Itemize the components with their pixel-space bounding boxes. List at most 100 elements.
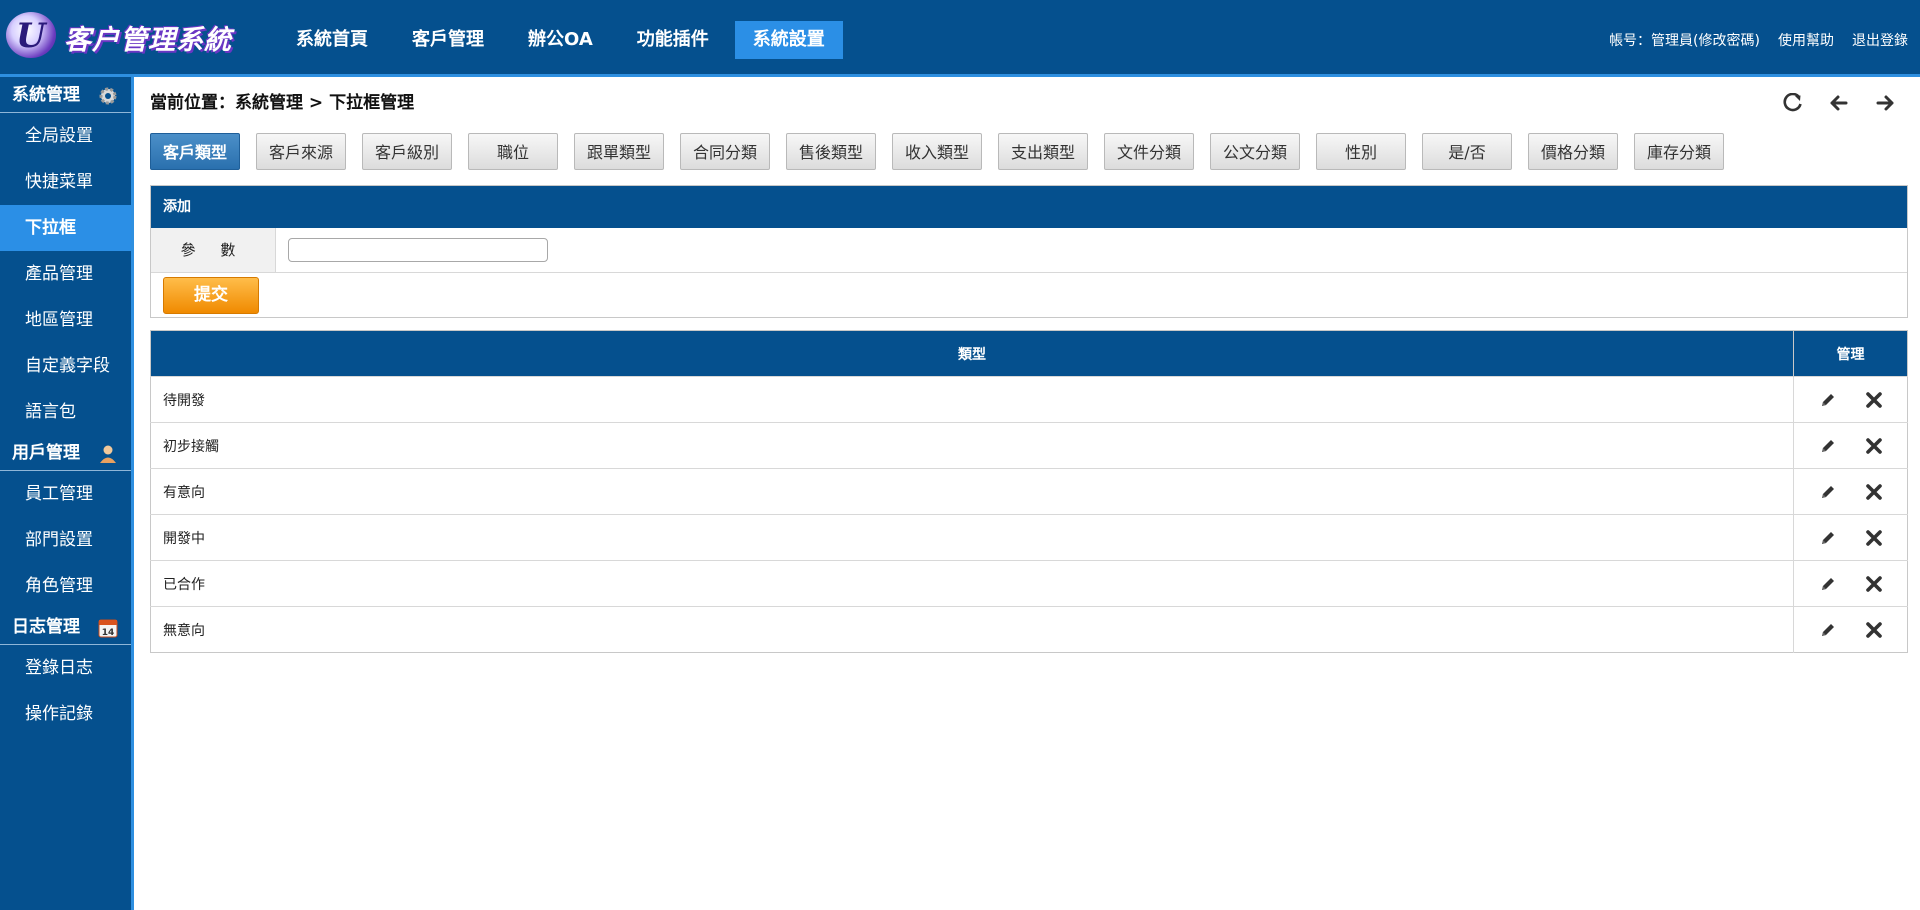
gear-icon — [97, 84, 119, 106]
param-field-wrap — [276, 228, 548, 272]
sidebar: 系統管理全局設置 快捷菜單 下拉框 產品管理 地區管理 自定義字段 語言包用戶管理員工管理部… — [0, 77, 134, 910]
sidebar-section-title: 日志管理 — [12, 617, 80, 637]
add-panel-title: 添加 — [151, 186, 1907, 228]
row-manage-cell — [1793, 606, 1908, 653]
row-manage-cell — [1793, 514, 1908, 561]
sidebar-section-title: 系統管理 — [12, 85, 80, 105]
row-manage-cell — [1793, 422, 1908, 469]
sidebar-item-2-1[interactable]: 操作記錄 — [0, 691, 131, 737]
nav-item-3[interactable]: 功能插件 — [619, 21, 727, 59]
delete-icon[interactable] — [1859, 431, 1889, 461]
breadcrumb-bar: 當前位置：系統管理 > 下拉框管理 — [150, 77, 1908, 129]
sidebar-section-title: 用戶管理 — [12, 443, 80, 463]
tab-8[interactable]: 支出類型 — [998, 133, 1088, 170]
tab-4[interactable]: 跟單類型 — [574, 133, 664, 170]
toolbar — [1770, 77, 1908, 129]
tab-2[interactable]: 客戶級別 — [362, 133, 452, 170]
tab-12[interactable]: 是/否 — [1422, 133, 1512, 170]
calendar-icon: 14 — [97, 616, 119, 638]
type-table: 類型 管理 待開發 初步接觸 有意向 開發中 已合作 無意向 — [150, 330, 1908, 653]
delete-icon[interactable] — [1859, 569, 1889, 599]
edit-icon[interactable] — [1813, 477, 1843, 507]
row-type-cell: 無意向 — [150, 606, 1794, 653]
tab-7[interactable]: 收入類型 — [892, 133, 982, 170]
back-icon[interactable] — [1816, 77, 1862, 129]
row-type-cell: 有意向 — [150, 468, 1794, 515]
edit-icon[interactable] — [1813, 615, 1843, 645]
sidebar-item-0-2[interactable]: 下拉框 — [0, 205, 131, 251]
delete-icon[interactable] — [1859, 477, 1889, 507]
tab-13[interactable]: 價格分類 — [1528, 133, 1618, 170]
row-manage-cell — [1793, 560, 1908, 607]
sidebar-item-0-0[interactable]: 全局設置 — [0, 113, 131, 159]
param-row: 參 數 — [151, 228, 1907, 273]
row-type-cell: 初步接觸 — [150, 422, 1794, 469]
table-row: 已合作 — [150, 560, 1908, 607]
row-manage-cell — [1793, 468, 1908, 515]
logout-link[interactable]: 退出登錄 — [1852, 30, 1908, 50]
edit-icon[interactable] — [1813, 569, 1843, 599]
sidebar-item-1-0[interactable]: 員工管理 — [0, 471, 131, 517]
param-input[interactable] — [288, 238, 548, 262]
sidebar-item-1-2[interactable]: 角色管理 — [0, 563, 131, 609]
table-header-row: 類型 管理 — [150, 330, 1908, 377]
refresh-icon[interactable] — [1770, 77, 1816, 129]
table-row: 無意向 — [150, 606, 1908, 653]
edit-icon[interactable] — [1813, 431, 1843, 461]
nav-item-0[interactable]: 系統首頁 — [278, 21, 386, 59]
tab-3[interactable]: 職位 — [468, 133, 558, 170]
row-type-cell: 待開發 — [150, 376, 1794, 423]
submit-row: 提交 — [151, 273, 1907, 317]
tab-6[interactable]: 售後類型 — [786, 133, 876, 170]
table-row: 待開發 — [150, 376, 1908, 423]
help-link[interactable]: 使用幫助 — [1778, 30, 1834, 50]
delete-icon[interactable] — [1859, 523, 1889, 553]
sidebar-item-0-4[interactable]: 地區管理 — [0, 297, 131, 343]
submit-button[interactable]: 提交 — [163, 276, 259, 314]
delete-icon[interactable] — [1859, 385, 1889, 415]
app-logo[interactable]: U 客户管理系統 — [6, 10, 266, 60]
user-icon — [97, 442, 119, 464]
edit-icon[interactable] — [1813, 385, 1843, 415]
add-panel: 添加 參 數 提交 — [150, 185, 1908, 318]
account-link[interactable]: 帳号：管理員(修改密碼) — [1609, 30, 1760, 50]
main-content: 當前位置：系統管理 > 下拉框管理 客戶類型 客戶來源 客戶級別 職位 跟單類型 合同分類… — [150, 77, 1908, 653]
logo-mark-icon: U — [6, 12, 56, 58]
row-type-cell: 開發中 — [150, 514, 1794, 561]
table-row: 有意向 — [150, 468, 1908, 515]
row-type-cell: 已合作 — [150, 560, 1794, 607]
delete-icon[interactable] — [1859, 615, 1889, 645]
edit-icon[interactable] — [1813, 523, 1843, 553]
logo-text: 客户管理系統 — [64, 25, 232, 56]
sidebar-item-0-3[interactable]: 產品管理 — [0, 251, 131, 297]
tab-0[interactable]: 客戶類型 — [150, 133, 240, 170]
tab-11[interactable]: 性別 — [1316, 133, 1406, 170]
col-type-header: 類型 — [150, 330, 1794, 377]
row-manage-cell — [1793, 376, 1908, 423]
tab-9[interactable]: 文件分類 — [1104, 133, 1194, 170]
table-row: 開發中 — [150, 514, 1908, 561]
sidebar-item-2-0[interactable]: 登錄日志 — [0, 645, 131, 691]
calendar-day-text: 14 — [102, 628, 115, 638]
nav-item-2[interactable]: 辦公OA — [510, 21, 611, 59]
param-label: 參 數 — [151, 228, 276, 272]
sidebar-section-0[interactable]: 系統管理 — [0, 77, 131, 113]
main-nav: 系統首頁 客戶管理 辦公OA 功能插件 系統設置 — [278, 21, 851, 59]
sidebar-item-0-1[interactable]: 快捷菜單 — [0, 159, 131, 205]
tab-10[interactable]: 公文分類 — [1210, 133, 1300, 170]
sidebar-item-0-6[interactable]: 語言包 — [0, 389, 131, 435]
forward-icon[interactable] — [1862, 77, 1908, 129]
tab-1[interactable]: 客戶來源 — [256, 133, 346, 170]
sidebar-section-2[interactable]: 日志管理 14 — [0, 609, 131, 645]
breadcrumb: 當前位置：系統管理 > 下拉框管理 — [150, 93, 415, 113]
sidebar-item-1-1[interactable]: 部門設置 — [0, 517, 131, 563]
nav-item-4[interactable]: 系統設置 — [734, 21, 843, 59]
top-header: U 客户管理系統 系統首頁 客戶管理 辦公OA 功能插件 系統設置 帳号：管理員(修改密… — [0, 0, 1920, 77]
category-tabs: 客戶類型 客戶來源 客戶級別 職位 跟單類型 合同分類 售後類型 收入類型 支出類型 文件分類 公文… — [150, 133, 1908, 175]
tab-14[interactable]: 庫存分類 — [1634, 133, 1724, 170]
sidebar-item-0-5[interactable]: 自定義字段 — [0, 343, 131, 389]
nav-item-1[interactable]: 客戶管理 — [394, 21, 502, 59]
user-bar: 帳号：管理員(修改密碼) 使用幫助 退出登錄 — [1591, 30, 1908, 50]
tab-5[interactable]: 合同分類 — [680, 133, 770, 170]
sidebar-section-1[interactable]: 用戶管理 — [0, 435, 131, 471]
